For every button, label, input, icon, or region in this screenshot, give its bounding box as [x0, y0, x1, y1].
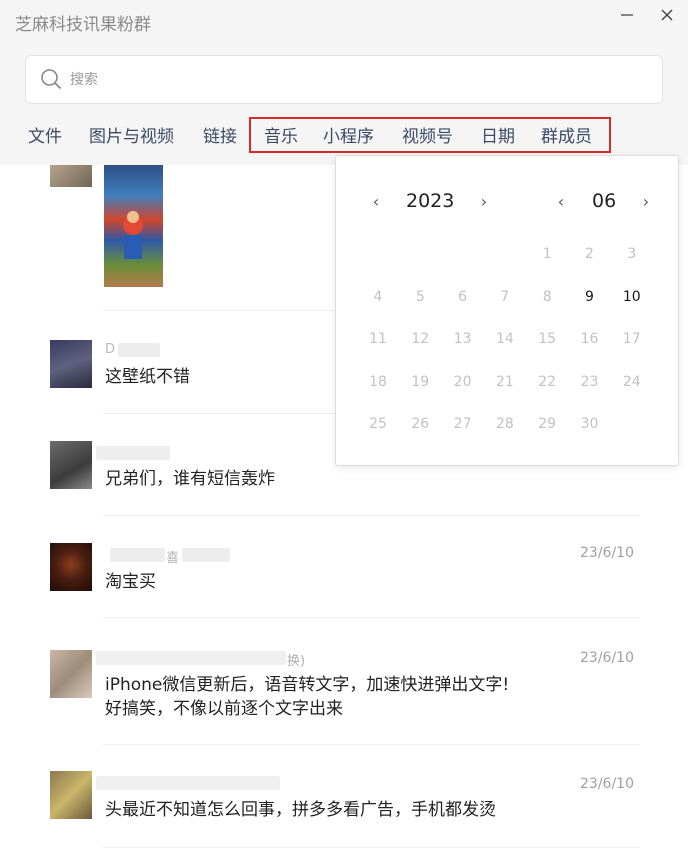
calendar-day: 21 [495, 373, 514, 390]
calendar-day: 14 [495, 331, 514, 347]
message-text-line: 好搞笑，不像以前逐个文字出来 [105, 699, 343, 719]
calendar-day: 17 [622, 331, 641, 347]
calendar-day: 15 [538, 331, 557, 347]
calendar-day: 29 [538, 416, 557, 432]
blurred-name [96, 446, 170, 460]
tab-photos-videos[interactable]: 图片与视频 [89, 122, 174, 147]
divider [103, 744, 640, 745]
calendar-day: 6 [458, 288, 468, 305]
blurred-name [96, 776, 280, 790]
close-icon[interactable] [655, 6, 679, 28]
message-date: 23/6/10 [580, 776, 634, 792]
avatar[interactable] [50, 340, 92, 388]
calendar-day: 2 [585, 246, 594, 262]
calendar-day: 12 [411, 331, 430, 347]
tab-links[interactable]: 链接 [203, 122, 237, 147]
chevron-right-icon[interactable]: › [636, 192, 656, 211]
calendar-day: 26 [411, 416, 430, 432]
divider [103, 847, 640, 848]
message-text: 这壁纸不错 [105, 367, 190, 387]
blurred-name [118, 343, 160, 357]
chevron-left-icon[interactable]: ‹ [551, 192, 571, 211]
calendar-day: 1 [542, 246, 552, 262]
sender-name: 换) [287, 654, 306, 669]
avatar[interactable] [50, 441, 92, 489]
message-text: 头最近不知道怎么回事，拼多多看广告，手机都发烫 [105, 800, 496, 820]
calendar-day: 24 [622, 373, 641, 390]
search-icon [40, 68, 62, 90]
avatar[interactable] [50, 543, 92, 591]
search-input[interactable] [70, 68, 630, 92]
calendar-day: 22 [538, 373, 557, 390]
sender-name: D [105, 342, 116, 357]
calendar-day: 11 [369, 331, 387, 347]
date-picker: ‹ 2023 › ‹ 06 › 1 2 3 4 5 6 7 8 9 10 11 12 13 14 15 16 1… [335, 155, 679, 466]
message-text: 淘宝买 [105, 572, 156, 592]
tab-files[interactable]: 文件 [28, 122, 62, 147]
calendar-day: 13 [453, 331, 472, 347]
chevron-left-icon[interactable]: ‹ [366, 192, 386, 211]
divider [103, 515, 640, 516]
calendar-month: 06 [592, 190, 617, 212]
calendar-day: 20 [453, 373, 472, 390]
calendar-day: 23 [580, 373, 599, 390]
message-text: 兄弟们，谁有短信轰炸 [105, 469, 275, 489]
avatar[interactable] [50, 771, 92, 819]
blurred-name [96, 651, 286, 665]
shared-image-thumbnail[interactable] [104, 165, 163, 287]
calendar-day: 25 [369, 416, 387, 432]
calendar-day: 27 [453, 416, 472, 432]
avatar[interactable] [50, 165, 92, 187]
calendar-day: 18 [369, 373, 387, 390]
calendar-day: 8 [542, 288, 552, 305]
window-title: 芝麻科技讯果粉群 [15, 15, 151, 35]
calendar-day: 3 [627, 246, 637, 262]
message-date: 23/6/10 [580, 545, 634, 561]
calendar-day: 19 [411, 373, 430, 390]
calendar-day[interactable]: 10 [614, 289, 650, 305]
header: 芝麻科技讯果粉群 文件 图片与视频 链接 音乐 小程序 视频号 日期 群成员 [0, 0, 688, 165]
calendar-day: 5 [415, 288, 425, 305]
chevron-right-icon[interactable]: › [474, 192, 494, 211]
minimize-icon[interactable] [615, 6, 639, 28]
tab-highlight-box [249, 117, 611, 153]
blurred-name [110, 548, 165, 562]
blurred-name [182, 548, 230, 562]
calendar-day: 30 [580, 416, 599, 432]
message-text-line: iPhone微信更新后，语音转文字，加速快进弹出文字! [105, 675, 510, 695]
search-box[interactable] [25, 55, 663, 104]
sender-name: 喜 [166, 551, 180, 566]
calendar-day[interactable]: 9 [572, 289, 608, 305]
calendar-day: 28 [495, 416, 514, 432]
calendar-day: 16 [580, 331, 599, 347]
avatar[interactable] [50, 650, 92, 698]
calendar-day: 7 [500, 288, 510, 305]
calendar-year: 2023 [406, 190, 455, 212]
divider [103, 617, 640, 618]
message-date: 23/6/10 [580, 650, 634, 666]
calendar-day: 4 [373, 288, 383, 305]
